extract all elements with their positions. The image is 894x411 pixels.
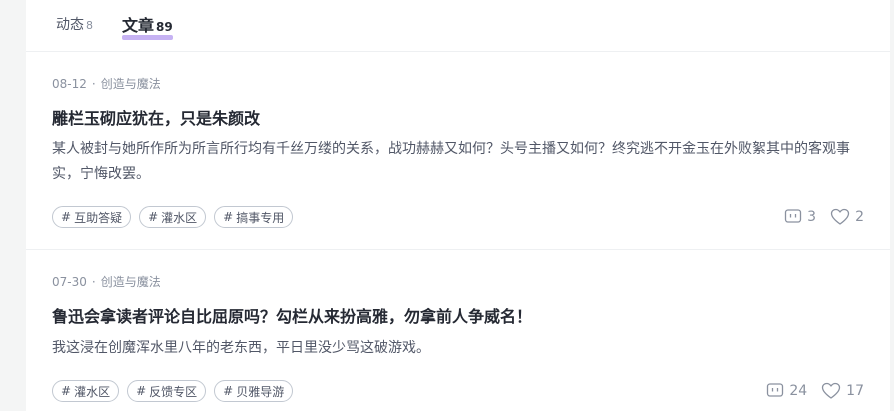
article-actions: 24 17: [766, 382, 864, 400]
tab-articles-count: 89: [156, 20, 173, 34]
comment-count: 24: [789, 383, 808, 399]
article-date: 08-12: [52, 77, 87, 91]
like-count: 17: [846, 383, 864, 399]
hash-icon: #: [148, 210, 159, 224]
tab-activity-count: 8: [86, 19, 93, 32]
article-item[interactable]: 07-30 · 创造与魔法 鲁迅会拿读者评论自比屈原吗？勾栏从来扮高雅，勿拿前人争威…: [26, 251, 890, 411]
tag-chip[interactable]: # 灌水区: [52, 380, 120, 402]
profile-content-panel: 动态 8 文章 89 08-12 · 创造与魔法 雕栏玉砌应犹在，只是朱颜改 某人被…: [26, 0, 890, 411]
article-title[interactable]: 雕栏玉砌应犹在，只是朱颜改: [52, 105, 260, 129]
profile-tabs: 动态 8 文章 89: [26, 0, 890, 52]
tab-activity[interactable]: 动态 8: [56, 14, 93, 34]
comment-icon: [767, 383, 784, 397]
tag-chip[interactable]: # 互助答疑: [52, 206, 132, 228]
hash-icon: #: [61, 210, 72, 224]
tag-label: 灌水区: [161, 210, 198, 225]
hash-icon: #: [61, 384, 72, 398]
tag-label: 贝雅导游: [236, 384, 285, 399]
hash-icon: #: [223, 384, 234, 398]
tag-chip[interactable]: # 贝雅导游: [214, 380, 294, 402]
tag-chip[interactable]: # 搞事专用: [214, 206, 294, 228]
meta-separator: ·: [91, 275, 96, 289]
heart-icon: [830, 208, 850, 225]
meta-separator: ·: [91, 77, 96, 91]
article-category[interactable]: 创造与魔法: [101, 77, 161, 91]
tab-articles[interactable]: 文章 89: [122, 12, 173, 40]
hash-icon: #: [136, 384, 147, 398]
tab-activity-label: 动态: [56, 17, 84, 33]
article-date: 07-30: [52, 275, 87, 289]
article-item[interactable]: 08-12 · 创造与魔法 雕栏玉砌应犹在，只是朱颜改 某人被封与她所作所为所言所行…: [26, 53, 890, 250]
tag-label: 反馈专区: [149, 384, 198, 399]
tag-chip[interactable]: # 反馈专区: [127, 380, 207, 402]
tag-chip[interactable]: # 灌水区: [139, 206, 207, 228]
comment-button[interactable]: 24: [766, 382, 807, 400]
hash-icon: #: [223, 210, 234, 224]
tab-articles-label: 文章: [122, 16, 155, 35]
tag-label: 灌水区: [74, 384, 111, 399]
like-button[interactable]: 2: [830, 208, 864, 226]
comment-button[interactable]: 3: [784, 208, 816, 226]
article-title[interactable]: 鲁迅会拿读者评论自比屈原吗？勾栏从来扮高雅，勿拿前人争威名！: [52, 303, 532, 327]
comment-count: 3: [807, 209, 817, 225]
article-excerpt[interactable]: 我这浸在创魔浑水里八年的老东西，平日里没少骂这破游戏。: [52, 336, 862, 361]
article-actions: 3 2: [784, 208, 864, 226]
article-excerpt[interactable]: 某人被封与她所作所为所言所行均有千丝万缕的关系，战功赫赫又如何？头号主播又如何？…: [52, 137, 862, 187]
article-category[interactable]: 创造与魔法: [101, 275, 161, 289]
like-count: 2: [855, 209, 864, 225]
article-meta: 07-30 · 创造与魔法: [52, 273, 161, 290]
article-tags: # 灌水区 # 反馈专区 # 贝雅导游: [52, 380, 294, 402]
tag-label: 搞事专用: [236, 210, 285, 225]
article-tags: # 互助答疑 # 灌水区 # 搞事专用: [52, 206, 294, 228]
comment-icon: [785, 209, 802, 223]
heart-icon: [822, 382, 841, 399]
like-button[interactable]: 17: [821, 382, 864, 400]
tag-label: 互助答疑: [74, 210, 123, 225]
article-meta: 08-12 · 创造与魔法: [52, 75, 161, 92]
active-tab-underline: [122, 35, 173, 40]
